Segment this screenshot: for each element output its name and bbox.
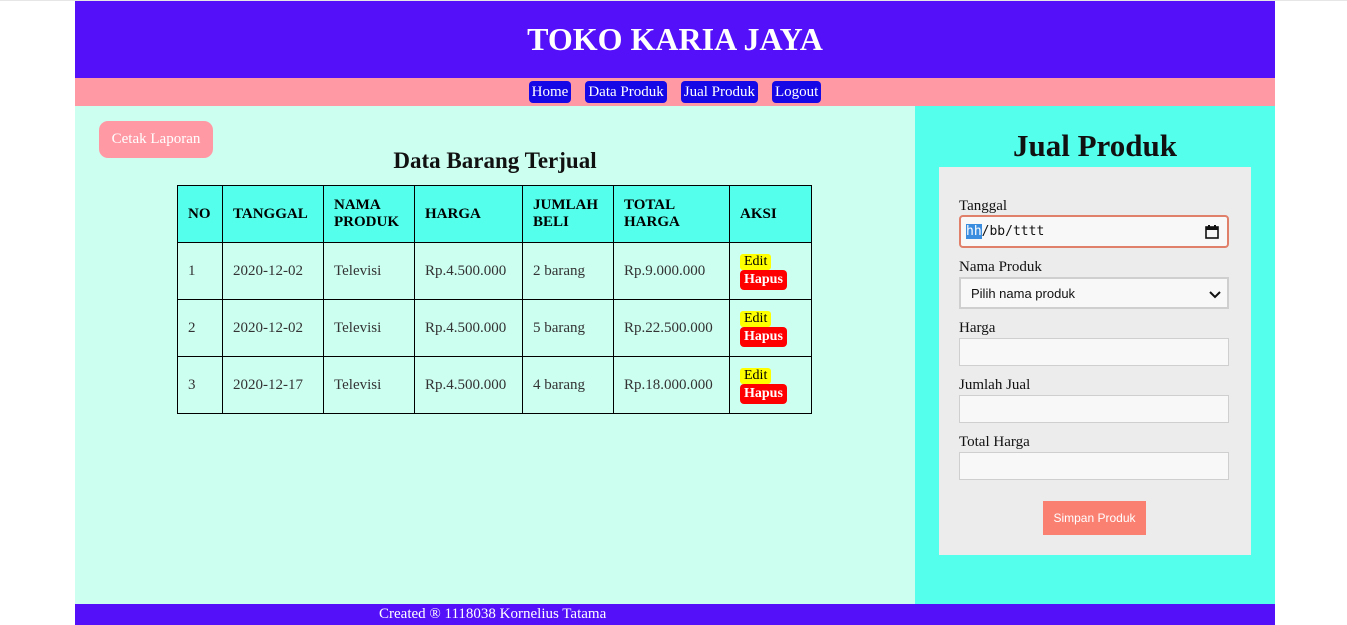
table-row: 2 2020-12-02 Televisi Rp.4.500.000 5 bar… (177, 299, 812, 357)
sales-panel: Cetak Laporan Data Barang Terjual NO TAN… (75, 106, 915, 604)
cell-aksi: Edit Hapus (729, 242, 812, 300)
calendar-icon[interactable] (1205, 225, 1219, 242)
nav-logout[interactable]: Logout (771, 81, 822, 103)
cell-harga: Rp.4.500.000 (414, 356, 523, 414)
hapus-button[interactable]: Hapus (740, 326, 787, 347)
sell-product-form: Tanggal hh/bb/tttt Nama Produk Pilih nam… (939, 167, 1251, 555)
nav-home[interactable]: Home (528, 81, 572, 103)
hapus-button[interactable]: Hapus (740, 269, 787, 290)
cell-tanggal: 2020-12-17 (222, 356, 324, 414)
cell-nama: Televisi (323, 356, 415, 414)
nav-bar: Home Data Produk Jual Produk Logout (75, 78, 1275, 106)
cell-nama: Televisi (323, 299, 415, 357)
jumlah-jual-label: Jumlah Jual (959, 377, 1031, 393)
nav-jual-produk[interactable]: Jual Produk (680, 81, 758, 103)
cell-aksi: Edit Hapus (729, 299, 812, 357)
harga-label: Harga (959, 320, 996, 336)
col-header-aksi: AKSI (729, 185, 812, 243)
cell-harga: Rp.4.500.000 (414, 299, 523, 357)
cell-jumlah: 5 barang (522, 299, 614, 357)
cell-harga: Rp.4.500.000 (414, 242, 523, 300)
date-hour-segment: hh (966, 224, 982, 239)
harga-input[interactable] (959, 338, 1229, 366)
form-title: Jual Produk (1013, 128, 1177, 163)
cell-tanggal: 2020-12-02 (222, 242, 324, 300)
chevron-down-icon (1209, 288, 1221, 303)
select-value: Pilih nama produk (971, 286, 1076, 301)
cell-total: Rp.18.000.000 (613, 356, 730, 414)
site-header: TOKO KARIA JAYA (75, 1, 1275, 78)
edit-button[interactable]: Edit (740, 367, 772, 384)
table-row: 1 2020-12-02 Televisi Rp.4.500.000 2 bar… (177, 242, 812, 300)
col-header-total-harga: TOTAL HARGA (613, 185, 730, 243)
col-header-jumlah-beli: JUMLAH BELI (522, 185, 614, 243)
edit-button[interactable]: Edit (740, 310, 772, 327)
hapus-button[interactable]: Hapus (740, 383, 787, 404)
date-rest-segment: /bb/tttt (981, 224, 1045, 239)
sell-product-panel: Jual Produk Tanggal hh/bb/tttt Nama Prod… (915, 106, 1275, 605)
col-header-tanggal: TANGGAL (222, 185, 324, 243)
cell-no: 3 (177, 356, 223, 414)
cell-no: 2 (177, 299, 223, 357)
edit-button[interactable]: Edit (740, 253, 772, 270)
col-header-no: NO (177, 185, 223, 243)
cell-jumlah: 4 barang (522, 356, 614, 414)
cell-total: Rp.9.000.000 (613, 242, 730, 300)
cell-jumlah: 2 barang (522, 242, 614, 300)
nama-produk-select[interactable]: Pilih nama produk (959, 277, 1229, 309)
date-placeholder: hh/bb/tttt (966, 224, 1044, 239)
cell-tanggal: 2020-12-02 (222, 299, 324, 357)
site-title: TOKO KARIA JAYA (527, 21, 823, 57)
tanggal-label: Tanggal (959, 198, 1008, 214)
col-header-harga: HARGA (414, 185, 523, 243)
tanggal-date-input[interactable]: hh/bb/tttt (959, 215, 1229, 248)
footer: Created ® 1118038 Kornelius Tatama (75, 604, 1275, 625)
footer-credit: Created ® 1118038 Kornelius Tatama (379, 606, 607, 622)
nav-data-produk[interactable]: Data Produk (585, 81, 667, 103)
table-header-row: NO TANGGAL NAMA PRODUK HARGA JUMLAH BELI… (177, 185, 812, 243)
col-header-nama-produk: NAMA PRODUK (323, 185, 415, 243)
total-harga-label: Total Harga (959, 434, 1030, 450)
sales-table: NO TANGGAL NAMA PRODUK HARGA JUMLAH BELI… (177, 185, 812, 414)
table-row: 3 2020-12-17 Televisi Rp.4.500.000 4 bar… (177, 356, 812, 414)
jumlah-jual-input[interactable] (959, 395, 1229, 423)
table-title: Data Barang Terjual (393, 148, 597, 173)
simpan-produk-button[interactable]: Simpan Produk (1043, 501, 1146, 535)
page: TOKO KARIA JAYA Home Data Produk Jual Pr… (75, 1, 1275, 625)
cell-total: Rp.22.500.000 (613, 299, 730, 357)
cell-aksi: Edit Hapus (729, 356, 812, 414)
total-harga-input[interactable] (959, 452, 1229, 480)
cell-nama: Televisi (323, 242, 415, 300)
nama-produk-label: Nama Produk (959, 259, 1042, 275)
cell-no: 1 (177, 242, 223, 300)
